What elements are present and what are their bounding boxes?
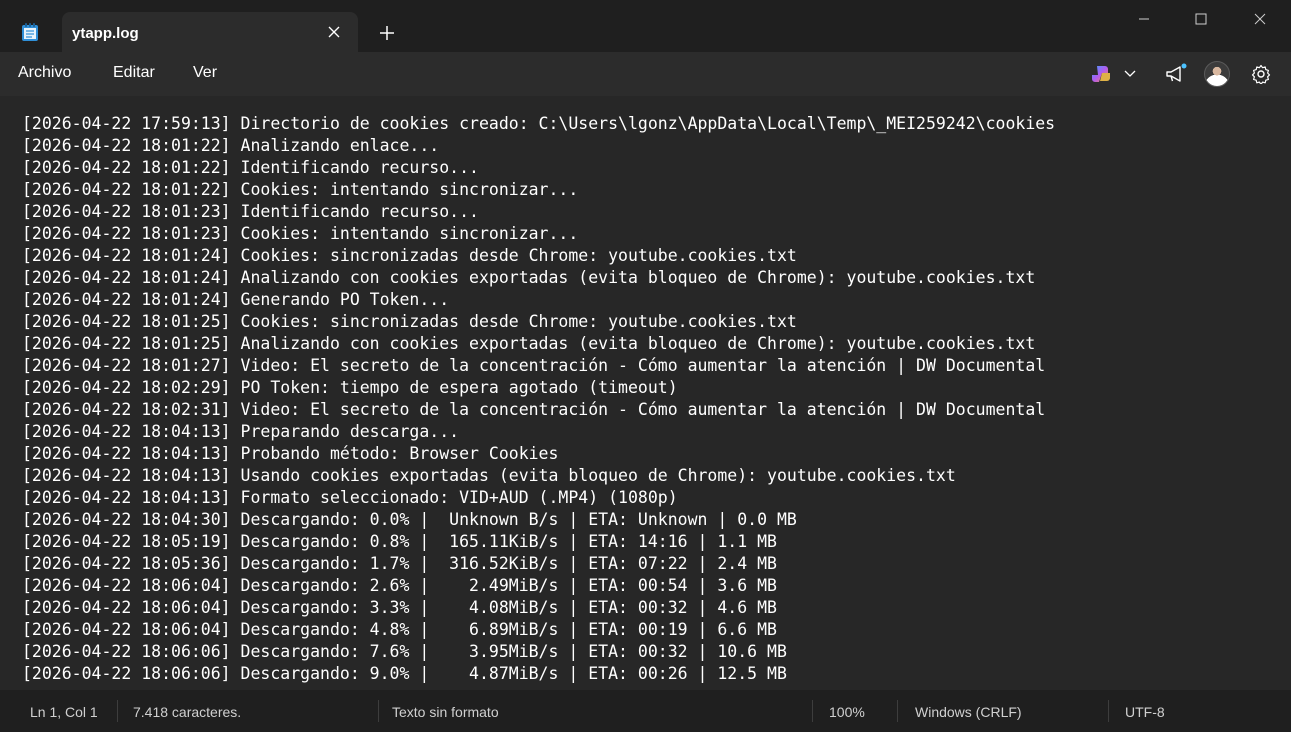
log-line: [2026-04-22 18:05:19] Descargando: 0.8% … bbox=[22, 532, 777, 551]
log-line: [2026-04-22 18:04:13] Probando método: B… bbox=[22, 444, 559, 463]
user-avatar-icon bbox=[1204, 61, 1230, 87]
menu-archivo[interactable]: Archivo bbox=[18, 64, 71, 82]
avatar[interactable] bbox=[1204, 60, 1230, 88]
menu-bar: Archivo Editar Ver bbox=[0, 52, 1291, 96]
status-divider bbox=[897, 700, 898, 722]
log-line: [2026-04-22 18:06:04] Descargando: 2.6% … bbox=[22, 576, 777, 595]
log-line: [2026-04-22 18:04:30] Descargando: 0.0% … bbox=[22, 510, 797, 529]
log-line: [2026-04-22 18:06:06] Descargando: 7.6% … bbox=[22, 642, 787, 661]
megaphone-icon[interactable] bbox=[1163, 60, 1189, 88]
log-line: [2026-04-22 18:06:04] Descargando: 3.3% … bbox=[22, 598, 777, 617]
chevron-down-icon[interactable] bbox=[1122, 60, 1138, 88]
log-line: [2026-04-22 18:06:04] Descargando: 4.8% … bbox=[22, 620, 777, 639]
log-line: [2026-04-22 18:02:31] Video: El secreto … bbox=[22, 400, 1046, 419]
log-line: [2026-04-22 18:02:29] PO Token: tiempo d… bbox=[22, 378, 678, 397]
copilot-icon[interactable] bbox=[1090, 60, 1114, 88]
log-line: [2026-04-22 18:04:13] Formato selecciona… bbox=[22, 488, 678, 507]
log-line: [2026-04-22 18:01:23] Cookies: intentand… bbox=[22, 224, 579, 243]
gear-icon[interactable] bbox=[1249, 60, 1273, 88]
log-line: [2026-04-22 18:01:23] Identificando recu… bbox=[22, 202, 479, 221]
menu-editar[interactable]: Editar bbox=[113, 64, 155, 82]
status-divider bbox=[117, 700, 118, 722]
log-line: [2026-04-22 18:01:22] Identificando recu… bbox=[22, 158, 479, 177]
tab-title: ytapp.log bbox=[72, 25, 139, 42]
text-format[interactable]: Texto sin formato bbox=[392, 704, 499, 720]
notepad-icon bbox=[21, 22, 39, 42]
minimize-button[interactable] bbox=[1121, 4, 1167, 34]
title-bar: ytapp.log bbox=[0, 0, 1291, 52]
log-line: [2026-04-22 17:59:13] Directorio de cook… bbox=[22, 114, 1056, 133]
tab-ytapp-log[interactable]: ytapp.log bbox=[62, 12, 358, 52]
cursor-position[interactable]: Ln 1, Col 1 bbox=[30, 704, 98, 720]
maximize-button[interactable] bbox=[1178, 4, 1224, 34]
log-line: [2026-04-22 18:01:24] Cookies: sincroniz… bbox=[22, 246, 797, 265]
log-line: [2026-04-22 18:01:24] Generando PO Token… bbox=[22, 290, 450, 309]
log-line: [2026-04-22 18:04:13] Usando cookies exp… bbox=[22, 466, 956, 485]
close-window-button[interactable] bbox=[1237, 4, 1283, 34]
log-line: [2026-04-22 18:06:06] Descargando: 9.0% … bbox=[22, 664, 787, 683]
log-line: [2026-04-22 18:01:27] Video: El secreto … bbox=[22, 356, 1046, 375]
log-line: [2026-04-22 18:01:22] Analizando enlace.… bbox=[22, 136, 440, 155]
encoding[interactable]: UTF-8 bbox=[1125, 704, 1165, 720]
log-line: [2026-04-22 18:01:25] Analizando con coo… bbox=[22, 334, 1036, 353]
status-divider bbox=[1108, 700, 1109, 722]
text-editor[interactable]: [2026-04-22 17:59:13] Directorio de cook… bbox=[0, 96, 1291, 690]
line-ending[interactable]: Windows (CRLF) bbox=[915, 704, 1022, 720]
status-divider bbox=[812, 700, 813, 722]
status-divider bbox=[378, 700, 379, 722]
plus-icon[interactable] bbox=[376, 22, 398, 44]
status-bar: Ln 1, Col 1 7.418 caracteres. Texto sin … bbox=[0, 690, 1291, 732]
menu-ver[interactable]: Ver bbox=[193, 64, 217, 82]
character-count: 7.418 caracteres. bbox=[133, 704, 242, 720]
log-line: [2026-04-22 18:01:22] Cookies: intentand… bbox=[22, 180, 579, 199]
log-line: [2026-04-22 18:01:25] Cookies: sincroniz… bbox=[22, 312, 797, 331]
log-line: [2026-04-22 18:01:24] Analizando con coo… bbox=[22, 268, 1036, 287]
log-content[interactable]: [2026-04-22 17:59:13] Directorio de cook… bbox=[22, 113, 1055, 685]
log-line: [2026-04-22 18:04:13] Preparando descarg… bbox=[22, 422, 460, 441]
log-line: [2026-04-22 18:05:36] Descargando: 1.7% … bbox=[22, 554, 777, 573]
close-icon[interactable] bbox=[324, 22, 344, 42]
zoom-level[interactable]: 100% bbox=[829, 704, 865, 720]
